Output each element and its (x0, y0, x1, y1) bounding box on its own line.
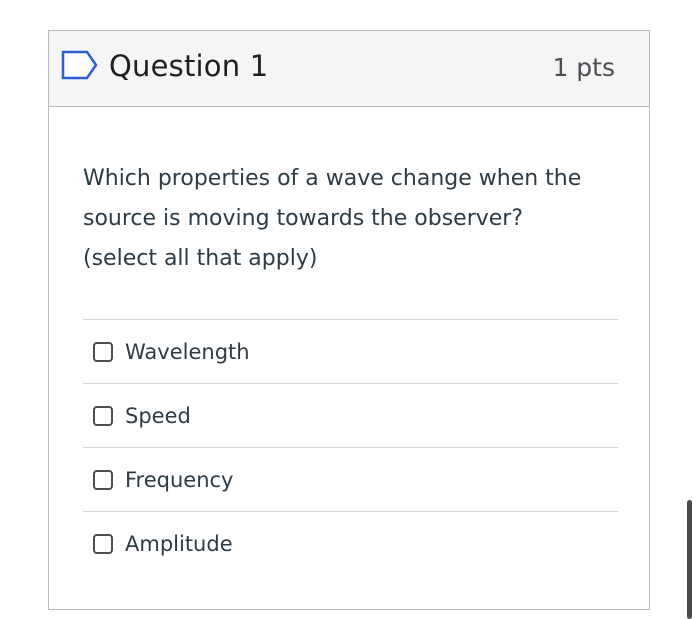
question-title: Question 1 (109, 49, 269, 83)
checkbox[interactable] (93, 533, 113, 554)
answer-option-speed[interactable]: Speed (83, 383, 618, 447)
checkbox[interactable] (93, 405, 113, 426)
question-text: Which properties of a wave change when t… (83, 159, 623, 279)
question-header: Question 1 1 pts (49, 31, 649, 107)
answer-list: Wavelength Speed Frequency Amplitude (83, 319, 618, 575)
question-card: Question 1 1 pts Which properties of a w… (48, 30, 650, 610)
question-text-line: source is moving towards the observer? (83, 206, 524, 231)
answer-option-frequency[interactable]: Frequency (83, 447, 618, 511)
checkbox[interactable] (93, 341, 113, 362)
answer-option-wavelength[interactable]: Wavelength (83, 319, 618, 383)
answer-option-amplitude[interactable]: Amplitude (83, 511, 618, 575)
answer-label: Frequency (125, 467, 234, 492)
answer-label: Amplitude (125, 531, 233, 556)
question-text-line: Which properties of a wave change when t… (83, 166, 582, 191)
flag-question-icon[interactable] (61, 50, 99, 80)
question-text-line: (select all that apply) (83, 246, 318, 271)
answer-label: Speed (125, 403, 191, 428)
checkbox[interactable] (93, 469, 113, 490)
scrollbar[interactable] (687, 500, 692, 619)
question-points: 1 pts (552, 53, 615, 82)
answer-label: Wavelength (125, 339, 250, 364)
